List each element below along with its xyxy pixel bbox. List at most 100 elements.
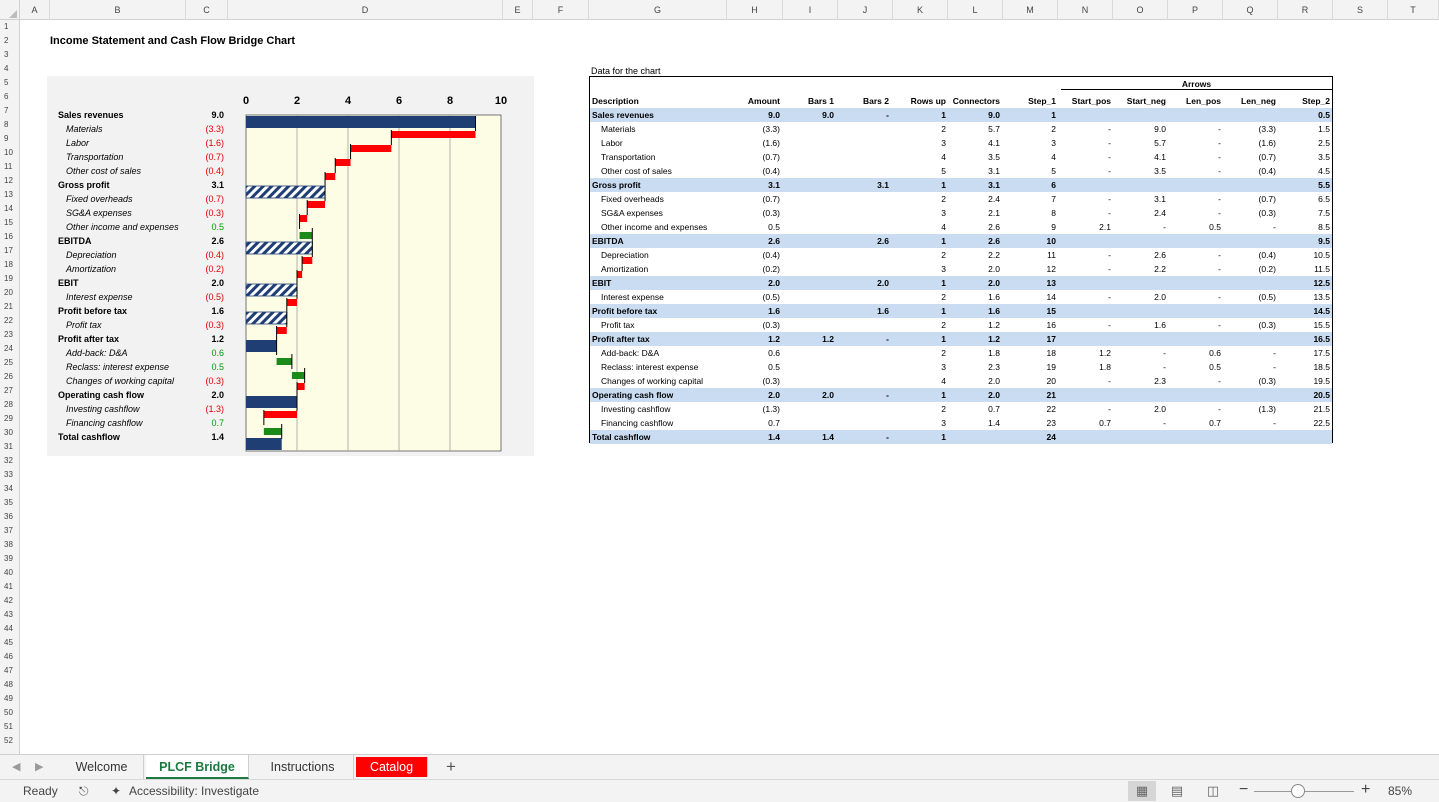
column-header-p[interactable]: P bbox=[1168, 0, 1223, 20]
row-header-37[interactable]: 37 bbox=[0, 524, 19, 538]
row-header-1[interactable]: 1 bbox=[0, 20, 19, 34]
row-header-41[interactable]: 41 bbox=[0, 580, 19, 594]
row-header-38[interactable]: 38 bbox=[0, 538, 19, 552]
column-header-c[interactable]: C bbox=[186, 0, 228, 20]
row-header-22[interactable]: 22 bbox=[0, 314, 19, 328]
table-row[interactable]: Total cashflow 1.4 1.4 - 1 24 bbox=[590, 430, 1332, 444]
row-header-24[interactable]: 24 bbox=[0, 342, 19, 356]
row-header-30[interactable]: 30 bbox=[0, 426, 19, 440]
column-header-t[interactable]: T bbox=[1388, 0, 1439, 20]
table-row[interactable]: Other cost of sales (0.4) 5 3.1 5 - 3.5 - (0.4) 4… bbox=[590, 164, 1332, 178]
row-header-46[interactable]: 46 bbox=[0, 650, 19, 664]
row-header-33[interactable]: 33 bbox=[0, 468, 19, 482]
column-header-n[interactable]: N bbox=[1058, 0, 1113, 20]
row-header-7[interactable]: 7 bbox=[0, 104, 19, 118]
row-header-19[interactable]: 19 bbox=[0, 272, 19, 286]
row-header-14[interactable]: 14 bbox=[0, 202, 19, 216]
column-header-j[interactable]: J bbox=[838, 0, 893, 20]
table-row[interactable]: EBITDA 2.6 2.6 1 2.6 10 9.5 bbox=[590, 234, 1332, 248]
row-header-3[interactable]: 3 bbox=[0, 48, 19, 62]
row-header-8[interactable]: 8 bbox=[0, 118, 19, 132]
row-header-23[interactable]: 23 bbox=[0, 328, 19, 342]
column-header-r[interactable]: R bbox=[1278, 0, 1333, 20]
row-header-15[interactable]: 15 bbox=[0, 216, 19, 230]
row-header-13[interactable]: 13 bbox=[0, 188, 19, 202]
row-header-52[interactable]: 52 bbox=[0, 734, 19, 748]
row-header-17[interactable]: 17 bbox=[0, 244, 19, 258]
table-row[interactable]: Fixed overheads (0.7) 2 2.4 7 - 3.1 - (0.7) 6.5 bbox=[590, 192, 1332, 206]
column-header-k[interactable]: K bbox=[893, 0, 948, 20]
row-header-29[interactable]: 29 bbox=[0, 412, 19, 426]
tab-next-icon[interactable]: ▶ bbox=[35, 760, 43, 773]
column-header-o[interactable]: O bbox=[1113, 0, 1168, 20]
normal-view-icon[interactable]: ▦ bbox=[1128, 781, 1156, 801]
row-header-9[interactable]: 9 bbox=[0, 132, 19, 146]
column-header-s[interactable]: S bbox=[1333, 0, 1388, 20]
row-header-10[interactable]: 10 bbox=[0, 146, 19, 160]
table-row[interactable]: Financing cashflow 0.7 3 1.4 23 0.7 - 0.7 - 22.5 bbox=[590, 416, 1332, 430]
select-all-corner[interactable] bbox=[0, 0, 20, 20]
table-row[interactable]: Other income and expenses 0.5 4 2.6 9 2.1 - 0.5… bbox=[590, 220, 1332, 234]
row-header-11[interactable]: 11 bbox=[0, 160, 19, 174]
table-row[interactable]: Profit tax (0.3) 2 1.2 16 - 1.6 - (0.3) 15.5 bbox=[590, 318, 1332, 332]
row-header-28[interactable]: 28 bbox=[0, 398, 19, 412]
row-header-12[interactable]: 12 bbox=[0, 174, 19, 188]
row-header-32[interactable]: 32 bbox=[0, 454, 19, 468]
column-header-f[interactable]: F bbox=[533, 0, 589, 20]
table-row[interactable]: Reclass: interest expense 0.5 3 2.3 19 1.8 - 0.… bbox=[590, 360, 1332, 374]
row-header-2[interactable]: 2 bbox=[0, 34, 19, 48]
table-row[interactable]: Interest expense (0.5) 2 1.6 14 - 2.0 - (0.5) 13.… bbox=[590, 290, 1332, 304]
column-header-a[interactable]: A bbox=[20, 0, 50, 20]
row-header-5[interactable]: 5 bbox=[0, 76, 19, 90]
row-header-21[interactable]: 21 bbox=[0, 300, 19, 314]
zoom-level[interactable]: 85% bbox=[1388, 784, 1412, 798]
table-row[interactable]: Operating cash flow 2.0 2.0 - 1 2.0 21 20.5 bbox=[590, 388, 1332, 402]
row-header-4[interactable]: 4 bbox=[0, 62, 19, 76]
column-header-e[interactable]: E bbox=[503, 0, 533, 20]
tab-prev-icon[interactable]: ◀ bbox=[12, 760, 20, 773]
row-header-16[interactable]: 16 bbox=[0, 230, 19, 244]
accessibility-icon[interactable]: ✦ bbox=[111, 784, 121, 798]
table-row[interactable]: EBIT 2.0 2.0 1 2.0 13 12.5 bbox=[590, 276, 1332, 290]
row-header-40[interactable]: 40 bbox=[0, 566, 19, 580]
row-header-43[interactable]: 43 bbox=[0, 608, 19, 622]
row-header-31[interactable]: 31 bbox=[0, 440, 19, 454]
row-header-6[interactable]: 6 bbox=[0, 90, 19, 104]
column-header-d[interactable]: D bbox=[228, 0, 503, 20]
page-break-view-icon[interactable]: ◫ bbox=[1199, 781, 1227, 801]
row-header-25[interactable]: 25 bbox=[0, 356, 19, 370]
table-row[interactable]: Materials (3.3) 2 5.7 2 - 9.0 - (3.3) 1.5 bbox=[590, 122, 1332, 136]
row-header-36[interactable]: 36 bbox=[0, 510, 19, 524]
row-header-49[interactable]: 49 bbox=[0, 692, 19, 706]
row-header-20[interactable]: 20 bbox=[0, 286, 19, 300]
row-header-18[interactable]: 18 bbox=[0, 258, 19, 272]
table-row[interactable]: Depreciation (0.4) 2 2.2 11 - 2.6 - (0.4) 10.5 bbox=[590, 248, 1332, 262]
zoom-in-icon[interactable]: + bbox=[1361, 781, 1370, 799]
table-row[interactable]: Amortization (0.2) 3 2.0 12 - 2.2 - (0.2) 11.5 bbox=[590, 262, 1332, 276]
column-header-h[interactable]: H bbox=[727, 0, 783, 20]
zoom-out-icon[interactable]: − bbox=[1239, 781, 1248, 799]
row-header-26[interactable]: 26 bbox=[0, 370, 19, 384]
row-header-27[interactable]: 27 bbox=[0, 384, 19, 398]
row-header-50[interactable]: 50 bbox=[0, 706, 19, 720]
column-header-l[interactable]: L bbox=[948, 0, 1003, 20]
row-header-48[interactable]: 48 bbox=[0, 678, 19, 692]
row-header-42[interactable]: 42 bbox=[0, 594, 19, 608]
row-header-44[interactable]: 44 bbox=[0, 622, 19, 636]
table-row[interactable]: Labor (1.6) 3 4.1 3 - 5.7 - (1.6) 2.5 bbox=[590, 136, 1332, 150]
column-header-q[interactable]: Q bbox=[1223, 0, 1278, 20]
column-header-g[interactable]: G bbox=[589, 0, 727, 20]
table-row[interactable]: Changes of working capital (0.3) 4 2.0 20 - 2.… bbox=[590, 374, 1332, 388]
sheet-tab[interactable]: Welcome bbox=[60, 755, 144, 779]
column-header-b[interactable]: B bbox=[50, 0, 186, 20]
row-header-39[interactable]: 39 bbox=[0, 552, 19, 566]
table-row[interactable]: Transportation (0.7) 4 3.5 4 - 4.1 - (0.7) 3.5 bbox=[590, 150, 1332, 164]
table-row[interactable]: SG&A expenses (0.3) 3 2.1 8 - 2.4 - (0.3) 7.5 bbox=[590, 206, 1332, 220]
accessibility-status[interactable]: Accessibility: Investigate bbox=[129, 784, 259, 798]
table-row[interactable]: Gross profit 3.1 3.1 1 3.1 6 5.5 bbox=[590, 178, 1332, 192]
sheet-tab[interactable]: Instructions bbox=[252, 755, 354, 779]
sheet-tab[interactable]: Catalog bbox=[356, 757, 428, 777]
bridge-chart[interactable]: 0 2 4 6 8 10 bbox=[230, 90, 520, 452]
table-row[interactable]: Investing cashflow (1.3) 2 0.7 22 - 2.0 - (1.3) 2… bbox=[590, 402, 1332, 416]
macro-record-icon[interactable]: ⎋ bbox=[79, 784, 89, 799]
